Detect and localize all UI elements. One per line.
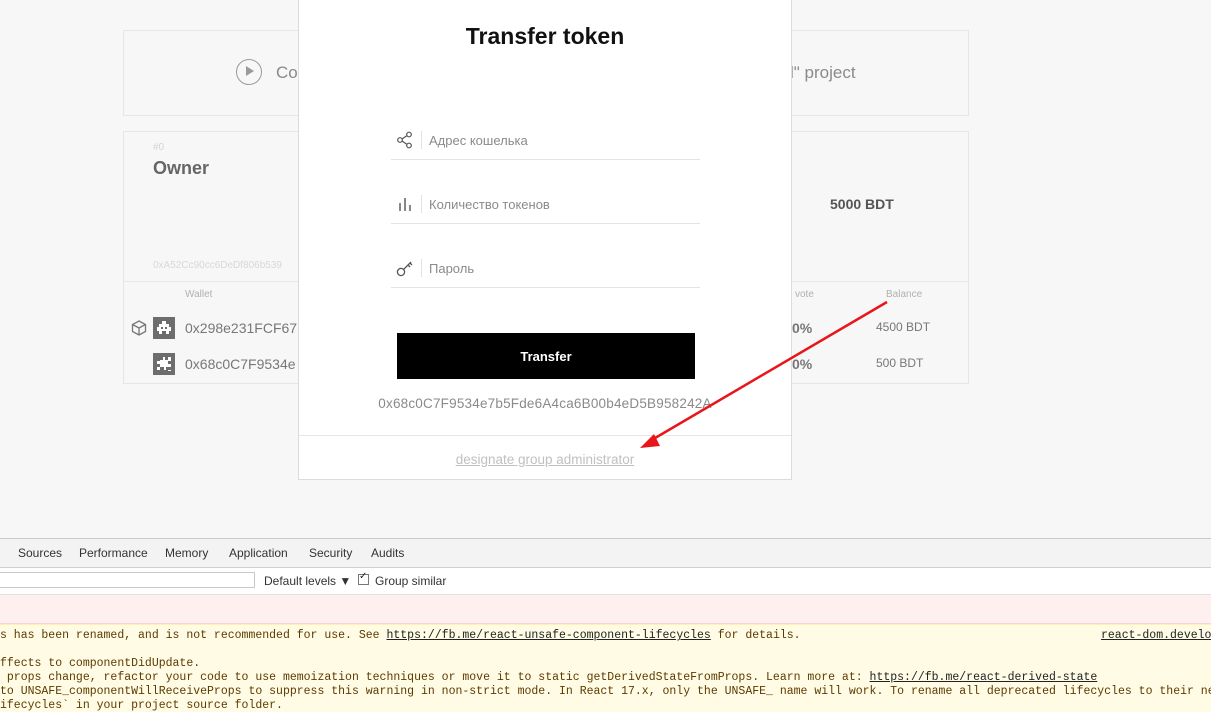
avatar xyxy=(153,353,175,375)
row-address: 0x68c0C7F9534e xyxy=(185,356,296,372)
key-icon xyxy=(396,261,413,277)
docs-link[interactable]: https://fb.me/react-derived-state xyxy=(870,671,1098,684)
field-divider xyxy=(421,131,422,149)
share-icon xyxy=(397,131,412,149)
warning-line: to UNSAFE_componentWillReceiveProps to s… xyxy=(0,685,1211,698)
column-header-vote: vote xyxy=(795,289,814,300)
project-title-left: Co xyxy=(276,63,298,82)
group-index: #0 xyxy=(153,142,165,153)
source-link[interactable]: react-dom.develop xyxy=(1101,629,1211,642)
row-balance: 4500 BDT xyxy=(876,320,931,334)
warning-line: props change, refactor your code to use … xyxy=(0,671,1097,684)
field-divider xyxy=(421,259,422,277)
console-toolbar: Default levels ▼ Group similar xyxy=(0,568,1211,595)
column-header-balance: Balance xyxy=(886,289,923,300)
row-address: 0x298e231FCF67 xyxy=(185,320,298,336)
warning-text: props change, refactor your code to use … xyxy=(0,671,870,684)
group-similar-checkbox[interactable] xyxy=(358,571,369,585)
docs-link[interactable]: https://fb.me/react-unsafe-component-lif… xyxy=(386,629,710,642)
project-title-right: l" project xyxy=(790,63,856,82)
tab-memory[interactable]: Memory xyxy=(165,546,208,560)
token-amount-field xyxy=(391,187,700,224)
bar-chart-icon xyxy=(399,198,411,211)
password-field xyxy=(391,251,700,288)
row-vote: 0% xyxy=(792,320,813,336)
warning-line: ifecycles` in your project source folder… xyxy=(0,699,283,712)
console-error-row xyxy=(0,595,1211,624)
group-address: 0xA52Cc90cc6DeDf806b539 xyxy=(153,260,282,271)
modal-divider xyxy=(299,435,791,436)
group-similar-label: Group similar xyxy=(375,574,447,588)
tab-performance[interactable]: Performance xyxy=(79,546,148,560)
console-filter-input[interactable] xyxy=(0,572,255,588)
console-warning-message: s has been renamed, and is not recommend… xyxy=(0,624,1211,712)
log-levels-dropdown[interactable]: Default levels ▼ xyxy=(264,574,351,588)
wallet-address-text: 0x68c0C7F9534e7b5Fde6A4ca6B00b4eD5B95824… xyxy=(378,396,712,411)
field-divider xyxy=(421,195,422,213)
row-vote: 0% xyxy=(792,356,813,372)
play-icon[interactable] xyxy=(236,59,262,85)
token-amount-input[interactable] xyxy=(429,192,695,216)
warning-text: ffects to componentDidUpdate. xyxy=(0,657,201,670)
modal-title: Transfer token xyxy=(465,23,625,49)
tab-sources[interactable]: Sources xyxy=(18,546,62,560)
row-balance: 500 BDT xyxy=(876,356,924,370)
warning-text: for details. xyxy=(710,629,801,642)
wallet-address-input[interactable] xyxy=(429,128,695,152)
warning-text: ifecycles` in your project source folder… xyxy=(0,699,283,712)
wallet-address-field xyxy=(391,123,700,160)
password-input[interactable] xyxy=(429,256,695,280)
tab-audits[interactable]: Audits xyxy=(371,546,404,560)
transfer-button[interactable]: Transfer xyxy=(397,333,695,379)
avatar xyxy=(153,317,175,339)
column-header-wallet: Wallet xyxy=(185,289,213,300)
warning-text: to UNSAFE_componentWillReceiveProps to s… xyxy=(0,685,1211,698)
devtools-panel: Sources Performance Memory Application S… xyxy=(0,538,1211,712)
warning-line: s has been renamed, and is not recommend… xyxy=(0,629,801,642)
group-title: Owner xyxy=(153,158,210,178)
transfer-modal: Transfer token Transfer 0x68c0C7F9534e7b… xyxy=(298,0,792,480)
tab-application[interactable]: Application xyxy=(229,546,288,560)
devtools-tabs: Sources Performance Memory Application S… xyxy=(0,539,1211,568)
designate-admin-link[interactable]: designate group administrator xyxy=(299,452,791,467)
warning-line: ffects to componentDidUpdate. xyxy=(0,657,200,670)
tab-security[interactable]: Security xyxy=(309,546,352,560)
group-total: 5000 BDT xyxy=(830,196,894,212)
cube-icon xyxy=(131,320,147,336)
warning-text: s has been renamed, and is not recommend… xyxy=(0,629,387,642)
